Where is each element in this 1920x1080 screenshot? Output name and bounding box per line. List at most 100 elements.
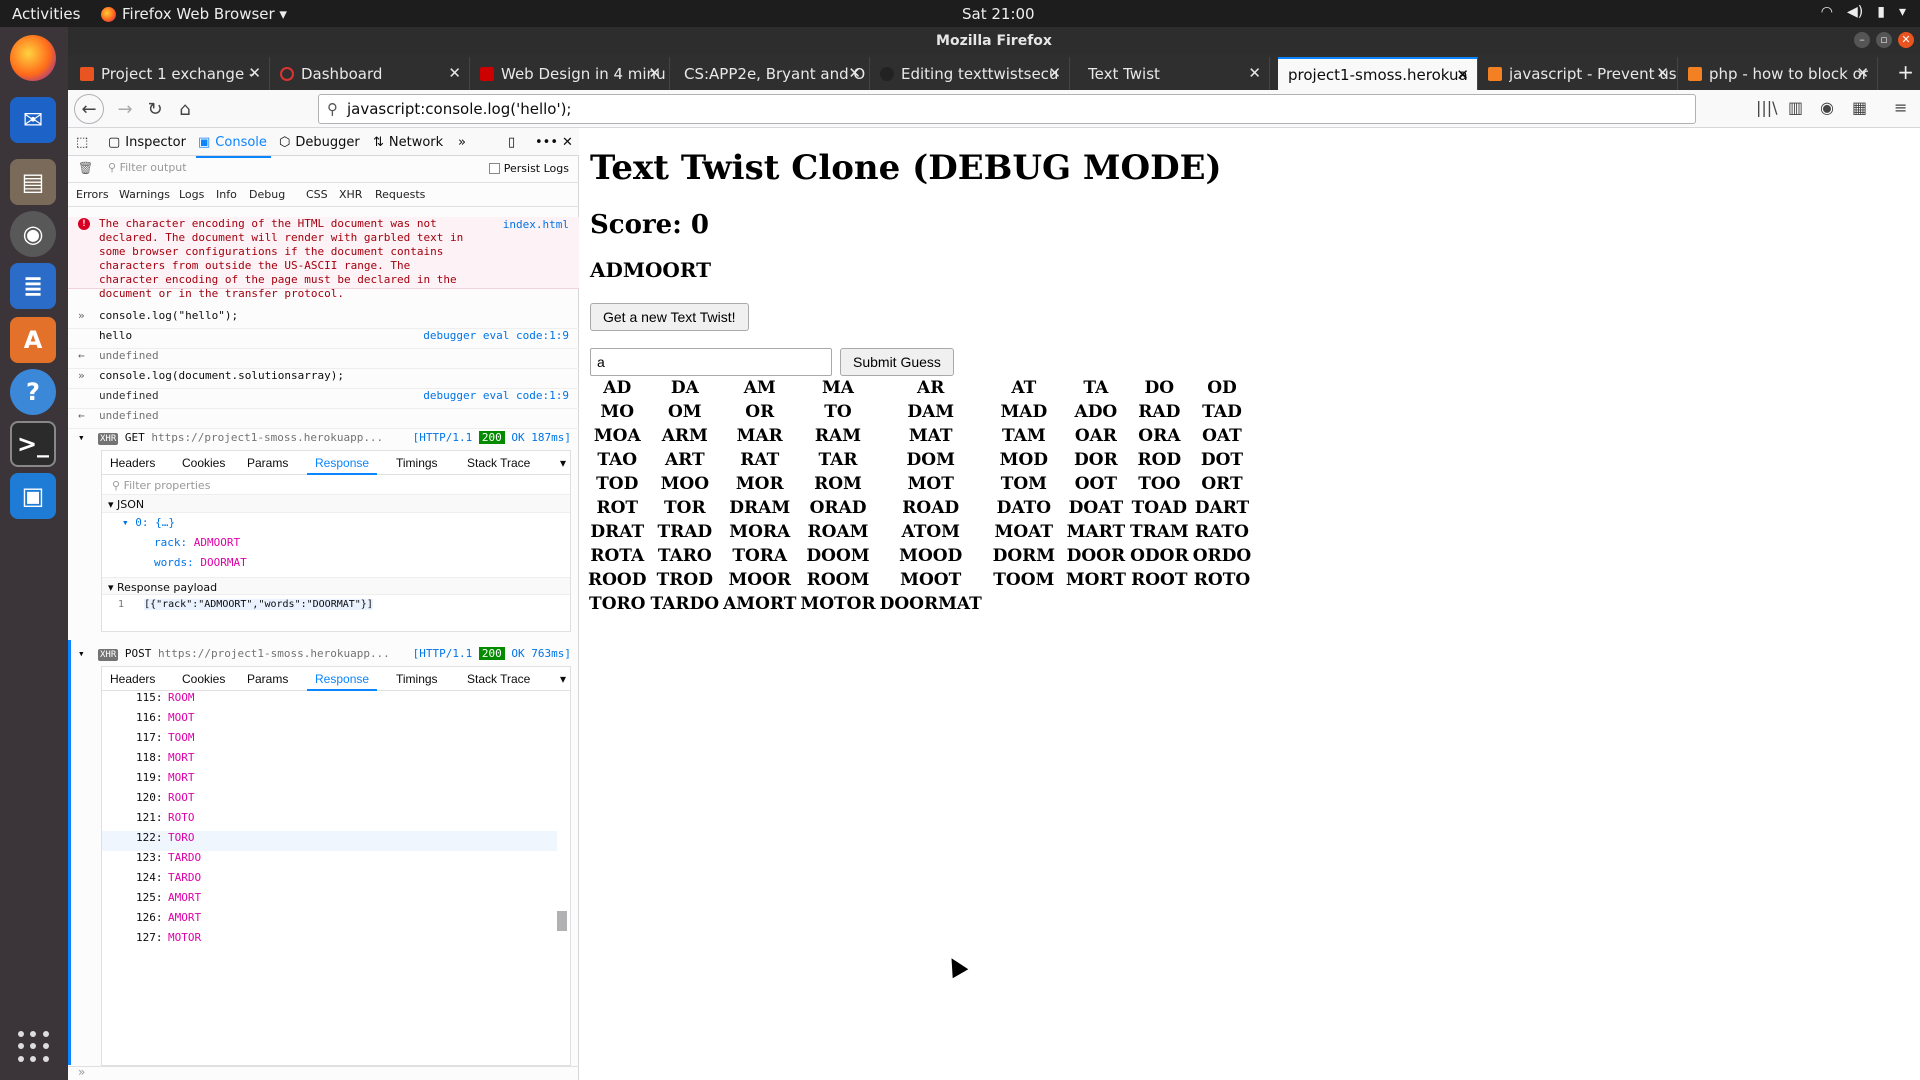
software-center-launcher-icon[interactable]: A <box>10 317 56 363</box>
tab-dashboard[interactable]: Dashboard ✕ <box>270 57 470 90</box>
show-applications-icon[interactable] <box>18 1031 50 1063</box>
close-devtools-icon[interactable]: ✕ <box>562 135 573 150</box>
system-tray[interactable]: ◠ ◀) ▮ ▾ <box>1821 4 1906 20</box>
persist-logs-checkbox[interactable]: Persist Logs <box>488 162 569 175</box>
help-launcher-icon[interactable]: ? <box>10 369 56 415</box>
tab-project1-exchange[interactable]: Project 1 exchange - ✕ <box>70 57 270 90</box>
close-tab-icon[interactable]: ✕ <box>248 64 261 82</box>
close-tab-icon[interactable]: ✕ <box>1456 66 1469 84</box>
close-tab-icon[interactable]: ✕ <box>648 64 661 82</box>
tab-stack-trace[interactable]: Stack Trace <box>467 672 530 686</box>
tab-timings[interactable]: Timings <box>396 672 438 686</box>
reload-button[interactable]: ↻ <box>142 96 168 122</box>
tab-cookies[interactable]: Cookies <box>182 456 225 470</box>
new-tab-button[interactable]: + <box>1897 60 1914 84</box>
close-tab-icon[interactable]: ✕ <box>1656 64 1669 82</box>
maximize-button[interactable]: ▫ <box>1876 32 1892 48</box>
tab-stack-trace[interactable]: Stack Trace <box>467 456 530 470</box>
url-bar[interactable]: ⚲ javascript:console.log('hello'); <box>318 94 1696 124</box>
tab-headers[interactable]: Headers <box>110 672 155 686</box>
files-launcher-icon[interactable]: ▤ <box>10 159 56 205</box>
trash-icon[interactable]: 🗑 <box>78 161 93 175</box>
app-menu[interactable]: Firefox Web Browser ▾ <box>101 5 287 23</box>
source-link[interactable]: debugger eval code:1:9 <box>423 329 569 342</box>
json-node-0[interactable]: ▾ 0: {…} <box>122 516 175 529</box>
filter-logs[interactable]: Logs <box>179 188 204 201</box>
tab-debugger[interactable]: ⬡ Debugger <box>279 135 360 150</box>
account-icon[interactable]: ◉ <box>1820 98 1834 117</box>
menu-icon[interactable]: ≡ <box>1894 98 1907 117</box>
tabs-overflow-icon[interactable]: ▾ <box>560 456 566 470</box>
home-button[interactable]: ⌂ <box>172 96 198 122</box>
more-tools-icon[interactable]: » <box>458 135 466 150</box>
row-index: 124: <box>136 871 163 884</box>
console-input[interactable]: » <box>68 1065 579 1080</box>
minimize-button[interactable]: – <box>1854 32 1870 48</box>
writer-launcher-icon[interactable]: ≣ <box>10 263 56 309</box>
tab-params[interactable]: Params <box>247 456 288 470</box>
source-link[interactable]: index.html <box>503 218 569 231</box>
tab-php-block[interactable]: php - how to block or ✕ <box>1678 57 1878 90</box>
payload-section-header[interactable]: ▾ Response payload <box>102 577 570 595</box>
tabs-overflow-icon[interactable]: ▾ <box>560 672 566 686</box>
row-index: 126: <box>136 911 163 924</box>
tab-web-design[interactable]: Web Design in 4 minu ✕ <box>470 57 670 90</box>
tab-csapp[interactable]: CS:APP2e, Bryant and O ✕ <box>670 57 870 90</box>
scrollbar-thumb[interactable] <box>557 911 567 931</box>
close-tab-icon[interactable]: ✕ <box>448 64 461 82</box>
tab-cookies[interactable]: Cookies <box>182 672 225 686</box>
thunderbird-launcher-icon[interactable]: ✉ <box>10 97 56 143</box>
filter-css[interactable]: CSS <box>306 188 328 201</box>
tab-headers[interactable]: Headers <box>110 456 155 470</box>
forward-button[interactable]: → <box>112 96 138 122</box>
solution-word <box>984 592 1064 616</box>
filter-requests[interactable]: Requests <box>375 188 425 201</box>
close-tab-icon[interactable]: ✕ <box>1048 64 1061 82</box>
firefox-launcher-icon[interactable] <box>10 35 56 81</box>
close-window-button[interactable]: ✕ <box>1898 32 1914 48</box>
sidebar-icon[interactable]: ▥ <box>1788 98 1803 117</box>
filter-warnings[interactable]: Warnings <box>119 188 170 201</box>
activities-button[interactable]: Activities <box>12 5 80 23</box>
rhythmbox-launcher-icon[interactable]: ◉ <box>10 211 56 257</box>
element-picker-icon[interactable]: ⬚ <box>76 135 88 150</box>
vmware-launcher-icon[interactable]: ▣ <box>10 473 56 519</box>
tab-network[interactable]: ⇅ Network <box>373 135 443 150</box>
back-button[interactable]: ← <box>74 94 104 124</box>
close-tab-icon[interactable]: ✕ <box>1248 64 1261 82</box>
tab-project1-smoss[interactable]: project1-smoss.herokua ✕ <box>1278 57 1478 90</box>
terminal-launcher-icon[interactable]: >_ <box>10 421 56 467</box>
json-section-header[interactable]: ▾ JSON <box>102 495 570 513</box>
filter-properties-input[interactable]: ⚲ Filter properties <box>102 475 570 495</box>
filter-output-input[interactable]: ⚲ Filter output <box>108 161 187 174</box>
tab-params[interactable]: Params <box>247 672 288 686</box>
close-tab-icon[interactable]: ✕ <box>848 64 861 82</box>
extension-icon[interactable]: ▦ <box>1852 98 1867 117</box>
tab-console[interactable]: ▣ Console <box>196 135 271 158</box>
tab-timings[interactable]: Timings <box>396 456 438 470</box>
submit-guess-button[interactable]: Submit Guess <box>840 348 954 376</box>
request-protocol: [HTTP/1.1 <box>412 431 473 444</box>
dock-side-icon[interactable]: ▯ <box>508 135 515 150</box>
tab-response[interactable]: Response <box>306 456 378 475</box>
filter-xhr[interactable]: XHR <box>339 188 362 201</box>
guess-input[interactable] <box>590 348 832 376</box>
solution-word: MOD <box>999 450 1049 470</box>
new-text-twist-button[interactable]: Get a new Text Twist! <box>590 303 749 331</box>
xhr-request-get[interactable]: ▾ XHR GET https://project1-smoss.herokua… <box>68 431 579 449</box>
tab-javascript-prevent[interactable]: javascript - Prevent us ✕ <box>1478 57 1678 90</box>
library-icon[interactable]: |||\ <box>1756 98 1778 117</box>
xhr-request-post[interactable]: ▾ XHR POST https://project1-smoss.heroku… <box>68 647 579 665</box>
tab-response[interactable]: Response <box>306 672 378 691</box>
close-tab-icon[interactable]: ✕ <box>1856 64 1869 82</box>
response-list[interactable]: 115: ROOM 116: MOOT 117: TOOM 118: MORT 119:… <box>102 691 570 941</box>
tab-editing-texttwist[interactable]: Editing texttwistsecu ✕ <box>870 57 1070 90</box>
devtools-menu-icon[interactable]: ••• <box>535 135 558 150</box>
tab-text-twist[interactable]: Text Twist ✕ <box>1070 57 1270 90</box>
filter-errors[interactable]: Errors <box>76 188 109 201</box>
clock[interactable]: Sat 21:00 <box>962 5 1035 23</box>
tab-inspector[interactable]: ▢ Inspector <box>108 135 186 150</box>
filter-debug[interactable]: Debug <box>249 188 285 201</box>
filter-info[interactable]: Info <box>216 188 237 201</box>
source-link[interactable]: debugger eval code:1:9 <box>423 389 569 402</box>
